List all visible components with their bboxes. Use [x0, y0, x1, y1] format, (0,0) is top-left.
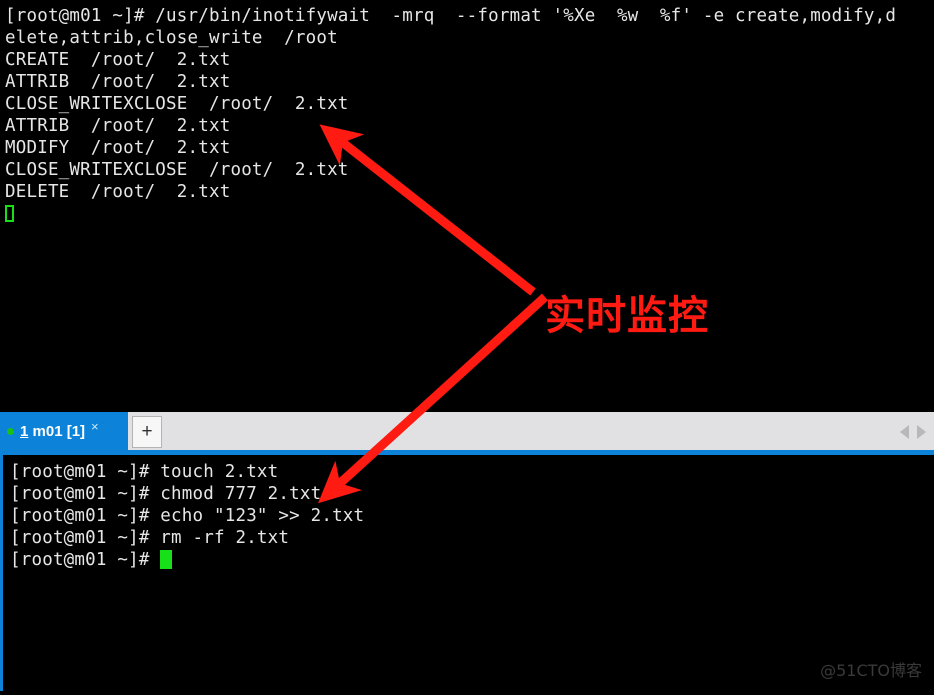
- tab-scroll-controls: [900, 425, 926, 439]
- terminal-line: [root@m01 ~]# chmod 777 2.txt: [10, 484, 322, 504]
- terminal-line: CLOSE_WRITEXCLOSE /root/ 2.txt: [5, 94, 349, 114]
- terminal-line: DELETE /root/ 2.txt: [5, 182, 231, 202]
- terminal-cursor-inactive: [5, 205, 14, 222]
- terminal-line-cursor: [0, 203, 934, 225]
- command-shell-pane[interactable]: [root@m01 ~]# touch 2.txt [root@m01 ~]# …: [0, 455, 934, 691]
- tab-title: m01 [1]: [28, 422, 86, 440]
- terminal-line: MODIFY /root/ 2.txt: [5, 138, 231, 158]
- terminal-line: [root@m01 ~]# touch 2.txt: [10, 462, 279, 482]
- terminal-cursor-active: [160, 550, 173, 569]
- terminal-line-prompt: [root@m01 ~]#: [5, 549, 934, 571]
- tab-label: 1 m01 [1]: [20, 423, 85, 440]
- inotifywait-monitor-pane[interactable]: [root@m01 ~]# /usr/bin/inotifywait -mrq …: [0, 0, 934, 412]
- shell-prompt: [root@m01 ~]#: [10, 550, 161, 570]
- top-pane-output: [root@m01 ~]# /usr/bin/inotifywait -mrq …: [0, 0, 934, 225]
- close-icon[interactable]: ×: [91, 420, 99, 433]
- terminal-window: [root@m01 ~]# /usr/bin/inotifywait -mrq …: [0, 0, 934, 691]
- terminal-line: CLOSE_WRITEXCLOSE /root/ 2.txt: [5, 160, 349, 180]
- terminal-line: CREATE /root/ 2.txt: [5, 50, 231, 70]
- tab-m01[interactable]: 1 m01 [1] ×: [0, 412, 128, 450]
- terminal-line: [root@m01 ~]# /usr/bin/inotifywait -mrq …: [5, 6, 897, 26]
- tab-bar: 1 m01 [1] × +: [0, 412, 934, 455]
- terminal-line: [root@m01 ~]# echo "123" >> 2.txt: [10, 506, 365, 526]
- terminal-line: elete,attrib,close_write /root: [5, 28, 338, 48]
- bottom-pane-output: [root@m01 ~]# touch 2.txt [root@m01 ~]# …: [3, 455, 934, 571]
- terminal-line: ATTRIB /root/ 2.txt: [5, 116, 231, 136]
- tab-status-dot-icon: [7, 427, 14, 435]
- new-tab-button[interactable]: +: [132, 416, 162, 448]
- terminal-line: [root@m01 ~]# rm -rf 2.txt: [10, 528, 290, 548]
- caret-left-icon[interactable]: [900, 425, 909, 439]
- terminal-line: ATTRIB /root/ 2.txt: [5, 72, 231, 92]
- caret-right-icon[interactable]: [917, 425, 926, 439]
